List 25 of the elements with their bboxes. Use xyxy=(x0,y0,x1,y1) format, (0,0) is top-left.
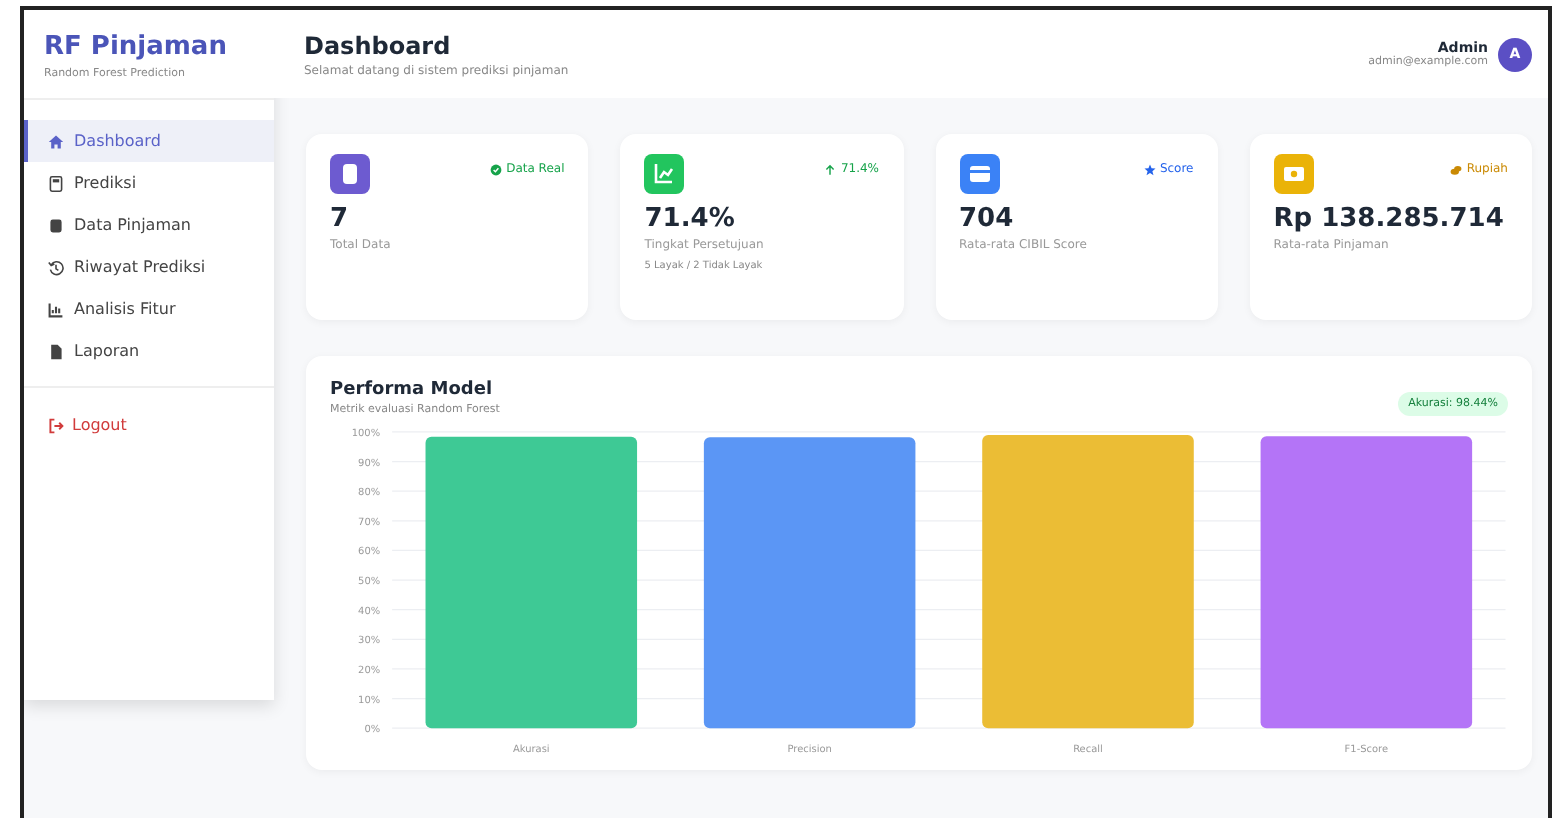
logout-icon xyxy=(48,417,64,433)
nav-item[interactable]: Data Pinjaman xyxy=(24,204,274,246)
page-title: Dashboard xyxy=(304,31,453,59)
stat-value: Rp 138.285.714 xyxy=(1273,204,1506,234)
nav-item[interactable]: Prediksi xyxy=(24,162,274,204)
db-icon xyxy=(48,217,64,233)
calc-icon xyxy=(48,175,64,191)
nav-item[interactable]: Laporan xyxy=(24,330,274,372)
chart-icon xyxy=(48,301,64,317)
app-title: RF Pinjaman xyxy=(44,32,229,62)
nav-item[interactable]: Dashboard xyxy=(24,120,274,162)
file-icon xyxy=(48,343,64,359)
star-icon xyxy=(1143,163,1156,175)
chart-title: Performa Model xyxy=(330,380,495,400)
check-icon xyxy=(490,163,503,175)
nav-item[interactable]: Analisis Fitur xyxy=(24,288,274,330)
stat-value: 704 xyxy=(959,204,1016,234)
logout-link[interactable]: Logout xyxy=(24,388,274,462)
nav-item[interactable]: Riwayat Prediksi xyxy=(24,246,274,288)
home-icon xyxy=(48,133,64,149)
stat-value: 71.4% xyxy=(644,204,737,234)
history-icon xyxy=(48,259,64,275)
arrow-up-icon xyxy=(824,163,837,175)
stat-value: 7 xyxy=(330,204,351,234)
coins-icon xyxy=(1450,163,1463,175)
